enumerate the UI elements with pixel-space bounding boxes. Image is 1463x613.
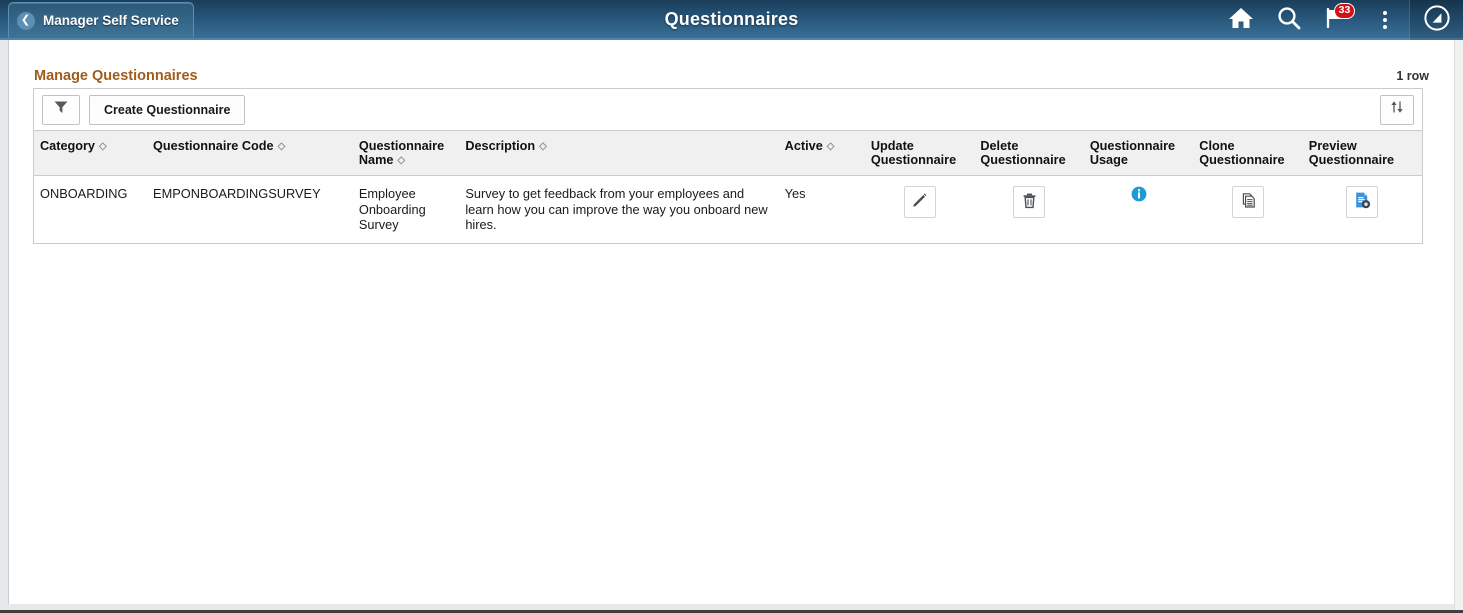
actions-menu-button[interactable] — [1361, 0, 1409, 40]
column-header-preview-questionnaire: Preview Questionnaire — [1303, 131, 1423, 176]
document-preview-icon — [1353, 191, 1372, 214]
sort-diamond-icon[interactable]: ◇ — [539, 141, 547, 152]
search-button[interactable] — [1265, 0, 1313, 40]
column-header-description[interactable]: Description ◇ — [459, 131, 778, 176]
cell-description: Survey to get feedback from your employe… — [459, 176, 778, 244]
header-icon-group: 33 — [1217, 0, 1463, 40]
column-label: Active — [785, 139, 823, 153]
filter-button[interactable] — [42, 95, 80, 125]
app-header: ❮ Manager Self Service Questionnaires — [0, 0, 1463, 40]
column-label: Description — [465, 139, 535, 153]
column-header-clone-questionnaire: Clone Questionnaire — [1193, 131, 1302, 176]
cell-update-questionnaire — [865, 176, 974, 244]
update-questionnaire-button[interactable] — [904, 186, 936, 218]
column-header-delete-questionnaire: Delete Questionnaire — [974, 131, 1083, 176]
preview-questionnaire-button[interactable] — [1346, 186, 1378, 218]
cell-category: ONBOARDING — [34, 176, 148, 244]
column-header-questionnaire-code[interactable]: Questionnaire Code ◇ — [147, 131, 353, 176]
delete-questionnaire-button[interactable] — [1013, 186, 1045, 218]
sort-diamond-icon[interactable]: ◇ — [278, 141, 286, 152]
column-header-active[interactable]: Active ◇ — [779, 131, 865, 176]
sort-button[interactable] — [1380, 95, 1414, 125]
cell-questionnaire-usage — [1084, 176, 1193, 244]
cell-delete-questionnaire — [974, 176, 1083, 244]
questionnaire-usage-button[interactable] — [1131, 186, 1147, 206]
cell-questionnaire-name: Employee Onboarding Survey — [353, 176, 459, 244]
copy-pages-icon — [1240, 192, 1257, 213]
create-questionnaire-button[interactable]: Create Questionnaire — [89, 95, 245, 125]
notifications-button[interactable]: 33 — [1313, 0, 1361, 40]
column-header-questionnaire-usage: Questionnaire Usage — [1084, 131, 1193, 176]
filter-funnel-icon — [53, 99, 69, 120]
actions-kebab-icon — [1383, 11, 1387, 29]
column-label: Questionnaire Code — [153, 139, 274, 153]
page-content: Manage Questionnaires 1 row Create Quest… — [8, 40, 1455, 604]
navbar-button[interactable] — [1409, 0, 1463, 40]
cell-questionnaire-code: EMPONBOARDINGSURVEY — [147, 176, 353, 244]
column-header-questionnaire-name[interactable]: Questionnaire Name◇ — [353, 131, 459, 176]
page-body: Manage Questionnaires 1 row Create Quest… — [0, 40, 1463, 613]
home-button[interactable] — [1217, 0, 1265, 40]
group-box-title: Manage Questionnaires — [34, 68, 198, 84]
sort-diamond-icon[interactable]: ◇ — [827, 141, 835, 152]
trash-delete-icon — [1021, 192, 1038, 213]
cell-clone-questionnaire — [1193, 176, 1302, 244]
table-row: ONBOARDING EMPONBOARDINGSURVEY Employee … — [34, 176, 1423, 244]
info-circle-icon — [1131, 186, 1147, 206]
sort-updown-icon — [1389, 99, 1405, 120]
vertical-scrollbar[interactable] — [1454, 40, 1463, 613]
column-header-category[interactable]: Category ◇ — [34, 131, 148, 176]
column-header-update-questionnaire: Update Questionnaire — [865, 131, 974, 176]
notifications-badge: 33 — [1334, 3, 1355, 19]
row-count-label: 1 row — [1396, 69, 1429, 83]
cell-active: Yes — [779, 176, 865, 244]
questionnaire-table: Category ◇ Questionnaire Code ◇ Questionna… — [33, 130, 1423, 244]
navbar-compass-icon — [1423, 4, 1451, 37]
sort-diamond-icon[interactable]: ◇ — [397, 155, 405, 166]
cell-preview-questionnaire — [1303, 176, 1423, 244]
questionnaire-grid: Create Questionnaire — [33, 88, 1423, 244]
column-label: Category — [40, 139, 95, 153]
grid-toolbar: Create Questionnaire — [33, 88, 1423, 130]
clone-questionnaire-button[interactable] — [1232, 186, 1264, 218]
sort-diamond-icon[interactable]: ◇ — [99, 141, 107, 152]
table-header-row: Category ◇ Questionnaire Code ◇ Questionna… — [34, 131, 1423, 176]
search-icon — [1276, 5, 1302, 36]
pencil-edit-icon — [911, 192, 928, 213]
home-icon — [1228, 6, 1254, 35]
